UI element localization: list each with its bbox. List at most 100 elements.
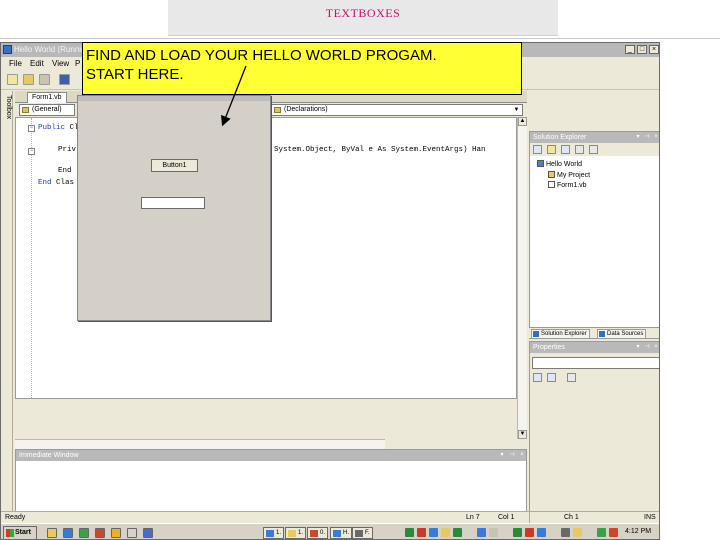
status-insert-mode: INS: [644, 514, 656, 521]
taskbar-task[interactable]: 1.: [285, 527, 307, 539]
tray-icon[interactable]: [453, 528, 462, 537]
tray-icon[interactable]: [417, 528, 426, 537]
taskbar-task[interactable]: F.: [352, 527, 373, 539]
folder-icon: [548, 171, 555, 178]
editor-horizontal-scrollbar[interactable]: [15, 439, 385, 449]
immediate-window-title: Immediate Window: [19, 452, 79, 459]
collapse-icon[interactable]: −: [28, 125, 35, 132]
add-item-icon[interactable]: [39, 74, 50, 85]
tray-icon[interactable]: [513, 528, 522, 537]
tray-icon[interactable]: [489, 528, 498, 537]
chevron-down-icon[interactable]: ▼: [512, 106, 521, 114]
tray-icon[interactable]: [405, 528, 414, 537]
tab-solution-explorer[interactable]: Solution Explorer: [531, 329, 590, 339]
property-pages-icon[interactable]: [567, 373, 576, 382]
tray-icon[interactable]: [477, 528, 486, 537]
quicklaunch-ie-icon[interactable]: [63, 528, 73, 538]
task-icon: [333, 530, 341, 537]
form-designer[interactable]: Button1: [77, 95, 271, 321]
show-all-files-icon[interactable]: [547, 145, 556, 154]
new-project-icon[interactable]: [7, 74, 18, 85]
menu-edit[interactable]: Edit: [30, 59, 44, 68]
open-folder-icon[interactable]: [23, 74, 34, 85]
tray-icon[interactable]: [573, 528, 582, 537]
member-combo[interactable]: (Declarations) ▼: [271, 104, 523, 116]
form-button1[interactable]: Button1: [151, 159, 198, 172]
quicklaunch-app-icon[interactable]: [143, 528, 153, 538]
solution-explorer: Solution Explorer ▾ ⊣ × Hello World My P…: [529, 131, 659, 339]
project-icon: [537, 160, 544, 167]
quicklaunch-media-icon[interactable]: [79, 528, 89, 538]
quicklaunch-folder-icon[interactable]: [47, 528, 57, 538]
dropdown-icon[interactable]: ▾: [634, 343, 642, 351]
tab-data-sources[interactable]: Data Sources: [597, 329, 647, 339]
close-button[interactable]: ×: [649, 45, 659, 54]
quicklaunch-app-icon[interactable]: [127, 528, 137, 538]
properties-header[interactable]: Properties ▾ ⊣ ×: [530, 342, 659, 353]
maximize-button[interactable]: □: [637, 45, 647, 54]
task-icon: [355, 530, 363, 537]
tree-item-solution[interactable]: Hello World: [537, 160, 582, 168]
view-designer-icon[interactable]: [589, 145, 598, 154]
task-icon: [310, 530, 318, 537]
tree-item-form1[interactable]: Form1.vb: [548, 181, 587, 189]
solution-explorer-header[interactable]: Solution Explorer ▾ ⊣ ×: [530, 132, 659, 143]
tray-icon[interactable]: [537, 528, 546, 537]
collapse-icon[interactable]: −: [28, 148, 35, 155]
status-line: Ln 7: [466, 514, 480, 521]
pin-icon[interactable]: ⊣: [643, 133, 651, 141]
quicklaunch-app-icon[interactable]: [111, 528, 121, 538]
scroll-down-icon[interactable]: ▼: [518, 430, 527, 439]
task-icon: [266, 530, 274, 537]
scroll-up-icon[interactable]: ▲: [518, 117, 527, 126]
callout-line-1: FIND AND LOAD YOUR HELLO WORLD PROGAM.: [86, 47, 437, 64]
tray-icon[interactable]: [525, 528, 534, 537]
pin-icon[interactable]: ⊣: [643, 343, 651, 351]
properties-object-combo[interactable]: [532, 357, 659, 369]
tab-form1-vb[interactable]: Form1.vb: [27, 92, 67, 103]
member-combo-value: (Declarations): [284, 106, 328, 113]
object-combo[interactable]: (General): [19, 104, 75, 116]
alphabetical-icon[interactable]: [547, 373, 556, 382]
menu-view[interactable]: View: [52, 59, 69, 68]
toolbox-strip[interactable]: Toolbox: [1, 91, 13, 511]
editor-vertical-scrollbar[interactable]: ▲ ▼: [517, 117, 527, 439]
taskbar: Start 1. 1. 0. H. F. 4:12 PM: [1, 523, 659, 539]
tray-icon[interactable]: [561, 528, 570, 537]
code-line: End: [58, 167, 72, 175]
dropdown-icon[interactable]: ▾: [498, 451, 506, 459]
save-icon[interactable]: [59, 74, 70, 85]
close-icon[interactable]: ×: [518, 451, 526, 459]
taskbar-task[interactable]: H.: [330, 527, 352, 539]
start-button[interactable]: Start: [3, 526, 37, 539]
tray-icon[interactable]: [441, 528, 450, 537]
tree-item-my-project[interactable]: My Project: [548, 171, 590, 179]
divider: [0, 38, 720, 39]
properties-icon[interactable]: [533, 145, 542, 154]
refresh-icon[interactable]: [561, 145, 570, 154]
taskbar-task[interactable]: 0.: [307, 527, 329, 539]
solution-toolbar: [530, 143, 659, 156]
tray-icon[interactable]: [597, 528, 606, 537]
pin-icon[interactable]: ⊣: [508, 451, 516, 459]
task-icon: [288, 530, 296, 537]
solution-icon: [533, 331, 539, 337]
view-code-icon[interactable]: [575, 145, 584, 154]
class-icon: [22, 107, 29, 113]
menu-project[interactable]: P: [75, 59, 80, 68]
form-textbox[interactable]: [141, 197, 205, 209]
dropdown-icon[interactable]: ▾: [634, 133, 642, 141]
quicklaunch-app-icon[interactable]: [95, 528, 105, 538]
menu-file[interactable]: File: [9, 59, 22, 68]
close-icon[interactable]: ×: [652, 343, 659, 351]
tray-icon[interactable]: [429, 528, 438, 537]
taskbar-task[interactable]: 1.: [263, 527, 285, 539]
explorer-tabs: Solution Explorer Data Sources: [529, 327, 659, 339]
immediate-window-header[interactable]: Immediate Window ▾ ⊣ ×: [16, 450, 526, 461]
close-icon[interactable]: ×: [652, 133, 659, 141]
tray-icon[interactable]: [609, 528, 618, 537]
minimize-button[interactable]: _: [625, 45, 635, 54]
code-line: System.Object, ByVal e As System.EventAr…: [274, 146, 486, 154]
categorized-icon[interactable]: [533, 373, 542, 382]
status-char: Ch 1: [564, 514, 579, 521]
